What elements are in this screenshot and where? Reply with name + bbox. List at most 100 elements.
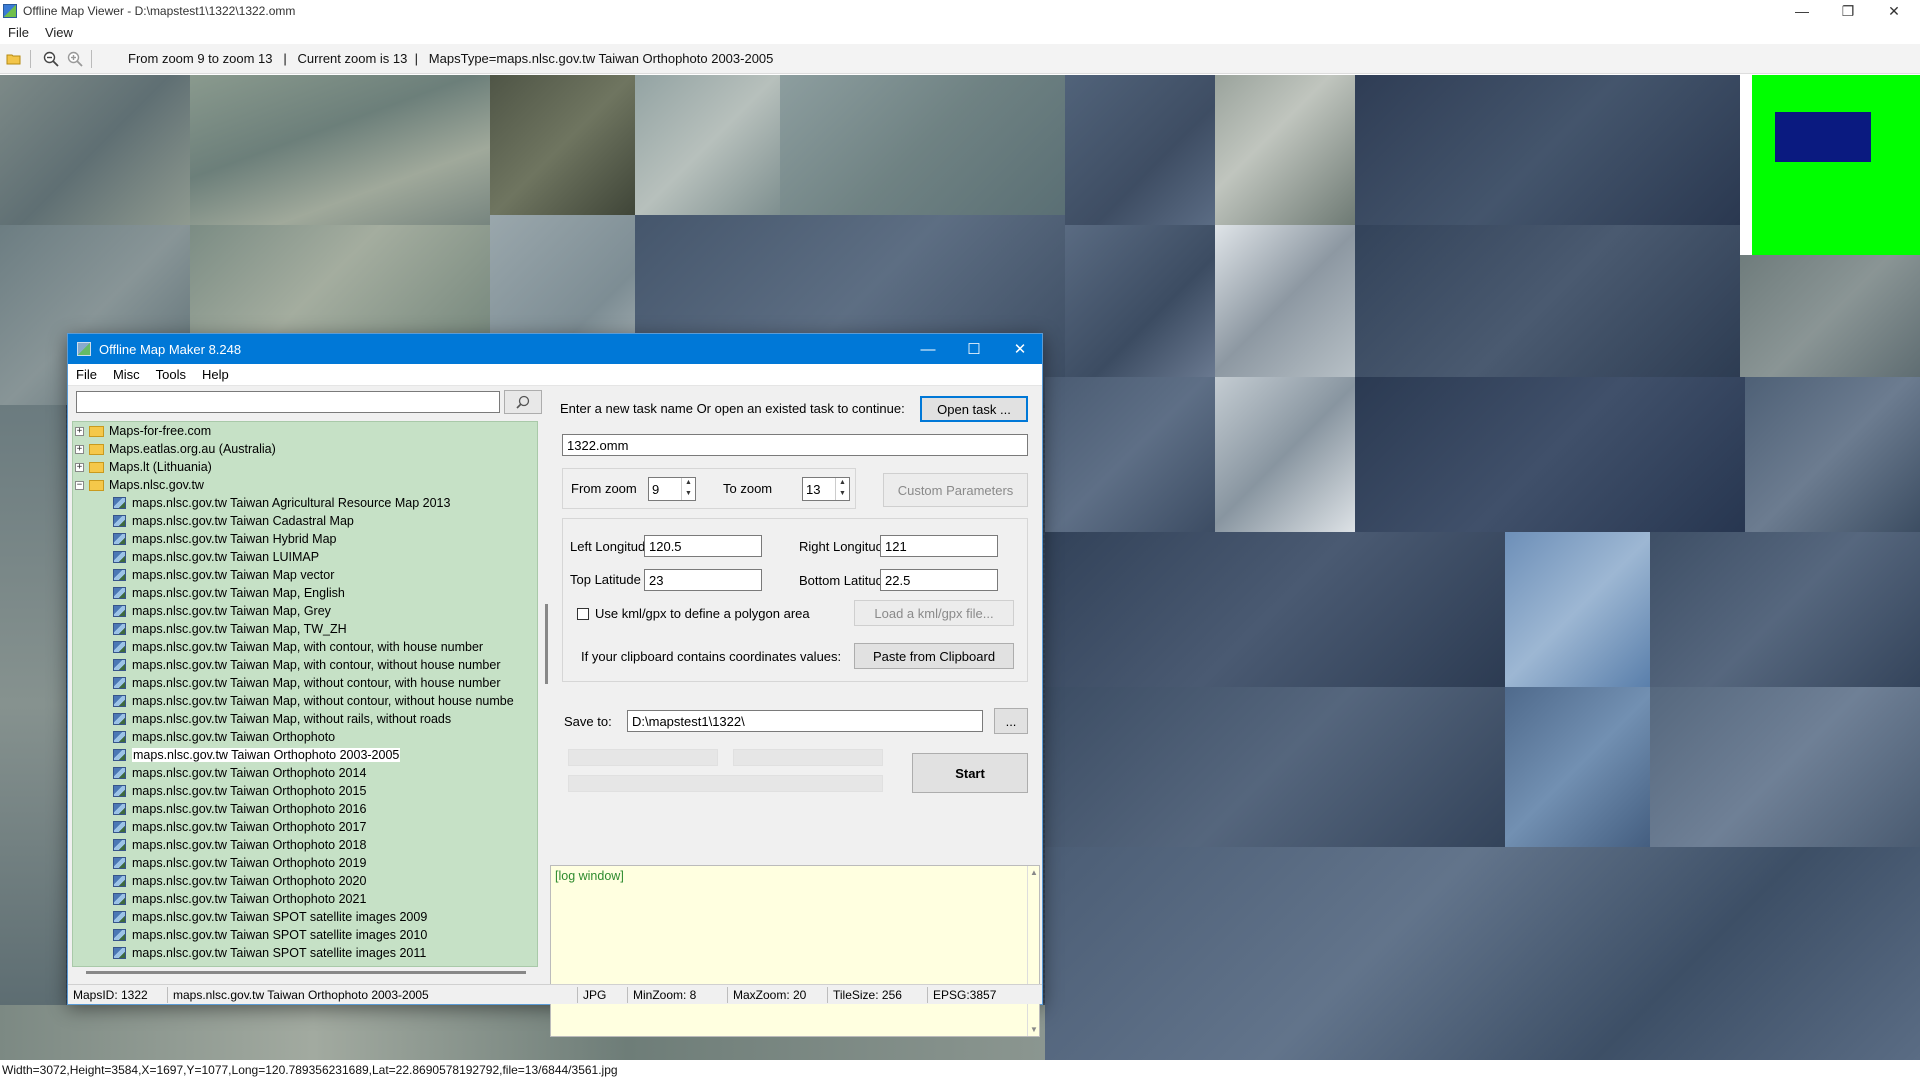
maps-tree[interactable]: + Maps-for-free.com + Maps.eatlas.org.au (A… — [72, 421, 538, 967]
scroll-down-icon[interactable]: ▼ — [1030, 1025, 1038, 1034]
task-name-input[interactable]: 1322.omm — [562, 434, 1028, 456]
from-zoom-spinner[interactable]: 9 ▲ ▼ — [648, 477, 696, 501]
tree-folder[interactable]: + Maps-for-free.com — [73, 422, 537, 440]
map-layer-icon — [113, 893, 126, 905]
tree-scroll-thumb[interactable] — [545, 604, 548, 684]
dialog-menu-tools[interactable]: Tools — [148, 367, 194, 382]
menu-file[interactable]: File — [0, 25, 37, 40]
tree-folder[interactable]: + Maps.lt (Lithuania) — [73, 458, 537, 476]
expand-icon[interactable]: + — [75, 426, 84, 436]
custom-parameters-button[interactable]: Custom Parameters — [883, 473, 1028, 507]
start-button[interactable]: Start — [912, 753, 1028, 793]
map-tile — [635, 75, 780, 215]
open-task-button[interactable]: Open task ... — [920, 396, 1028, 422]
tree-item[interactable]: maps.nlsc.gov.tw Taiwan Orthophoto 2019 — [73, 854, 537, 872]
tree-item-label: maps.nlsc.gov.tw Taiwan Map vector — [132, 568, 335, 582]
map-tile — [0, 405, 66, 1005]
tree-item[interactable]: maps.nlsc.gov.tw Taiwan Map, without con… — [73, 692, 537, 710]
minimap-viewport[interactable] — [1775, 112, 1871, 162]
tree-item[interactable]: maps.nlsc.gov.tw Taiwan Orthophoto 2015 — [73, 782, 537, 800]
to-zoom-arrows[interactable]: ▲ ▼ — [835, 478, 849, 500]
spin-down-icon[interactable]: ▼ — [682, 489, 695, 500]
dialog-maximize-button[interactable]: ☐ — [951, 334, 997, 364]
tree-item[interactable]: maps.nlsc.gov.tw Taiwan LUIMAP — [73, 548, 537, 566]
tree-item[interactable]: maps.nlsc.gov.tw Taiwan Orthophoto 2017 — [73, 818, 537, 836]
use-kml-checkbox[interactable] — [577, 608, 589, 620]
load-kml-button[interactable]: Load a kml/gpx file... — [854, 600, 1014, 626]
tree-item[interactable]: maps.nlsc.gov.tw Taiwan Orthophoto 2020 — [73, 872, 537, 890]
zoom-in-icon[interactable] — [65, 49, 85, 69]
tree-item[interactable]: maps.nlsc.gov.tw Taiwan Agricultural Res… — [73, 494, 537, 512]
tree-scrollbar[interactable] — [542, 421, 550, 967]
log-scrollbar[interactable]: ▲ ▼ — [1027, 866, 1039, 1036]
tree-folder-label: Maps.eatlas.org.au (Australia) — [109, 442, 276, 456]
map-layer-icon — [113, 713, 126, 725]
from-zoom-arrows[interactable]: ▲ ▼ — [681, 478, 695, 500]
tree-item[interactable]: maps.nlsc.gov.tw Taiwan Map, without rai… — [73, 710, 537, 728]
save-path-input[interactable]: D:\mapstest1\1322\ — [627, 710, 983, 732]
overview-minimap[interactable] — [1740, 75, 1920, 255]
tree-item[interactable]: maps.nlsc.gov.tw Taiwan Map, without con… — [73, 674, 537, 692]
left-longitude-input[interactable]: 120.5 — [644, 535, 762, 557]
to-zoom-label: To zoom — [723, 481, 773, 496]
map-tile — [1505, 687, 1650, 847]
tree-item[interactable]: maps.nlsc.gov.tw Taiwan Hybrid Map — [73, 530, 537, 548]
tree-item[interactable]: maps.nlsc.gov.tw Taiwan SPOT satellite i… — [73, 944, 537, 962]
tree-item[interactable]: maps.nlsc.gov.tw Taiwan Orthophoto 2014 — [73, 764, 537, 782]
tree-item[interactable]: maps.nlsc.gov.tw Taiwan Orthophoto 2016 — [73, 800, 537, 818]
collapse-icon[interactable]: − — [75, 480, 84, 490]
close-button[interactable]: ✕ — [1872, 0, 1916, 22]
map-layer-icon — [113, 929, 126, 941]
tree-item[interactable]: maps.nlsc.gov.tw Taiwan Map vector — [73, 566, 537, 584]
tree-item-label: maps.nlsc.gov.tw Taiwan Orthophoto 2003-… — [132, 748, 401, 762]
restore-button[interactable]: ❐ — [1826, 0, 1870, 22]
map-tile — [1045, 847, 1920, 1060]
top-latitude-input[interactable]: 23 — [644, 569, 762, 591]
dialog-menu-file[interactable]: File — [68, 367, 105, 382]
tree-folder-label: Maps-for-free.com — [109, 424, 212, 438]
right-longitude-input[interactable]: 121 — [880, 535, 998, 557]
task-panel: Enter a new task name Or open an existed… — [550, 387, 1040, 1037]
tree-item[interactable]: maps.nlsc.gov.tw Taiwan Map, Grey — [73, 602, 537, 620]
to-zoom-spinner[interactable]: 13 ▲ ▼ — [802, 477, 850, 501]
bottom-latitude-input[interactable]: 22.5 — [880, 569, 998, 591]
log-window[interactable]: [log window] ▲ ▼ — [550, 865, 1040, 1037]
search-button[interactable] — [504, 390, 542, 414]
paste-clipboard-button[interactable]: Paste from Clipboard — [854, 643, 1014, 669]
tree-item[interactable]: maps.nlsc.gov.tw Taiwan Map, with contou… — [73, 638, 537, 656]
map-layer-icon — [113, 947, 126, 959]
browse-button[interactable]: ... — [994, 708, 1028, 734]
tree-item[interactable]: maps.nlsc.gov.tw Taiwan SPOT satellite i… — [73, 908, 537, 926]
map-layer-icon — [113, 749, 126, 761]
tree-item[interactable]: maps.nlsc.gov.tw Taiwan Orthophoto — [73, 728, 537, 746]
expand-icon[interactable]: + — [75, 444, 84, 454]
menu-view[interactable]: View — [37, 25, 81, 40]
tree-item[interactable]: maps.nlsc.gov.tw Taiwan Map, English — [73, 584, 537, 602]
spin-up-icon[interactable]: ▲ — [836, 478, 849, 489]
dialog-menu-misc[interactable]: Misc — [105, 367, 148, 382]
spin-up-icon[interactable]: ▲ — [682, 478, 695, 489]
tree-horizontal-scrollbar[interactable] — [86, 971, 526, 974]
tree-item[interactable]: maps.nlsc.gov.tw Taiwan Orthophoto 2021 — [73, 890, 537, 908]
minimize-button[interactable]: — — [1780, 0, 1824, 22]
tree-item[interactable]: maps.nlsc.gov.tw Taiwan Map, with contou… — [73, 656, 537, 674]
tree-item[interactable]: maps.nlsc.gov.tw Taiwan Cadastral Map — [73, 512, 537, 530]
tree-item[interactable]: maps.nlsc.gov.tw Taiwan Map, TW_ZH — [73, 620, 537, 638]
tree-folder[interactable]: + Maps.eatlas.org.au (Australia) — [73, 440, 537, 458]
dialog-close-button[interactable]: ✕ — [997, 334, 1043, 364]
map-tile — [1215, 377, 1355, 532]
dialog-minimize-button[interactable]: — — [905, 334, 951, 364]
dialog-menu-help[interactable]: Help — [194, 367, 237, 382]
scroll-up-icon[interactable]: ▲ — [1030, 868, 1038, 877]
expand-icon[interactable]: + — [75, 462, 84, 472]
maps-search-input[interactable] — [76, 391, 500, 413]
tree-item[interactable]: maps.nlsc.gov.tw Taiwan SPOT satellite i… — [73, 926, 537, 944]
zoom-out-icon[interactable] — [41, 49, 61, 69]
toolbar-separator — [30, 49, 31, 68]
open-folder-icon[interactable] — [4, 49, 24, 69]
tree-item[interactable]: maps.nlsc.gov.tw Taiwan Orthophoto 2003-… — [73, 746, 537, 764]
spin-down-icon[interactable]: ▼ — [836, 489, 849, 500]
from-zoom-value: 9 — [652, 481, 660, 497]
tree-item[interactable]: maps.nlsc.gov.tw Taiwan Orthophoto 2018 — [73, 836, 537, 854]
tree-folder[interactable]: − Maps.nlsc.gov.tw — [73, 476, 537, 494]
